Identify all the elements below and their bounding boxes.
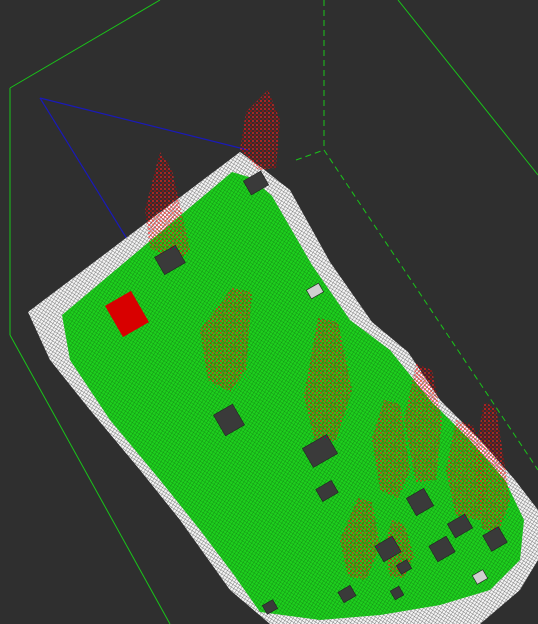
point-cloud-viewport[interactable]: [0, 0, 538, 624]
point-cloud-scene[interactable]: [0, 0, 538, 624]
